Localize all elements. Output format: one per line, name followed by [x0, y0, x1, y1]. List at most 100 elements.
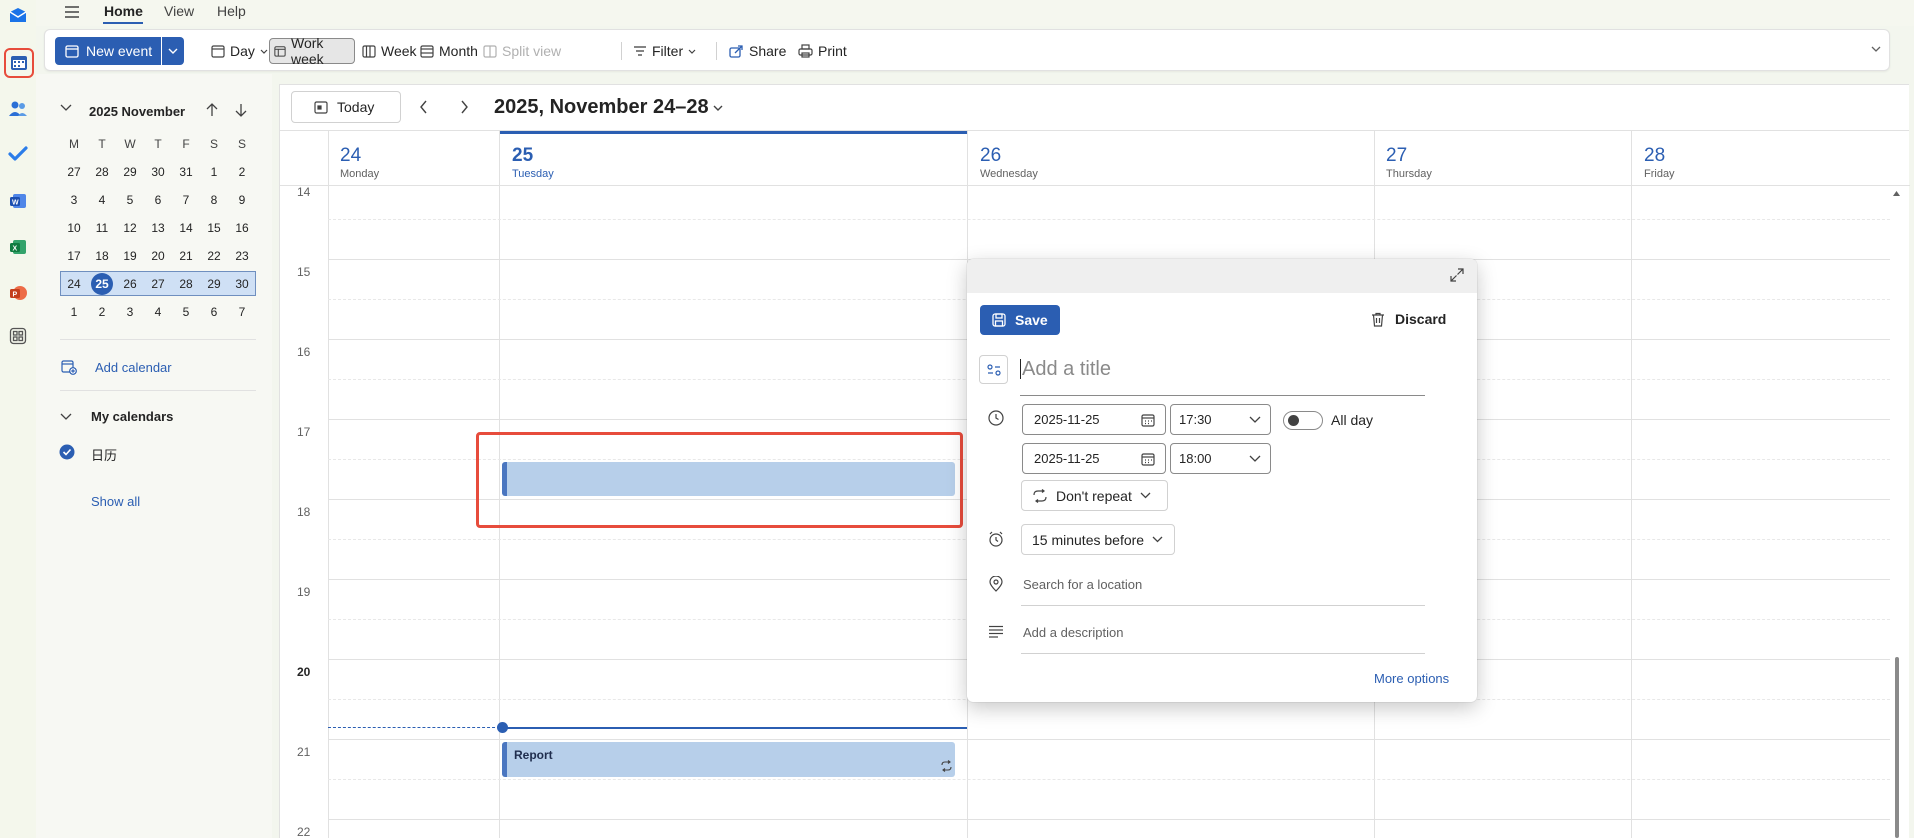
mini-calendar-day[interactable]: 10	[63, 217, 85, 239]
month-view-button[interactable]: Month	[416, 38, 482, 64]
mini-calendar-day[interactable]: 7	[175, 189, 197, 211]
mini-calendar-day[interactable]: 15	[203, 217, 225, 239]
previous-week-chevron-icon[interactable]	[419, 100, 428, 114]
split-view-button[interactable]: Split view	[479, 38, 565, 64]
mini-calendar-day[interactable]: 16	[231, 217, 253, 239]
mini-calendar-day[interactable]: 2	[231, 161, 253, 183]
scroll-up-icon[interactable]	[1893, 191, 1900, 196]
mini-calendar-day[interactable]: 2	[91, 301, 113, 323]
mini-calendar-day[interactable]: 14	[175, 217, 197, 239]
mini-calendar-day[interactable]: 6	[147, 189, 169, 211]
new-event-dropdown[interactable]	[162, 37, 184, 65]
add-calendar-link[interactable]: Add calendar	[95, 360, 172, 375]
description-input[interactable]: Add a description	[1023, 625, 1123, 640]
mini-calendar-day[interactable]: 27	[63, 161, 85, 183]
calendar-app-icon[interactable]	[4, 48, 34, 78]
tab-help[interactable]: Help	[217, 3, 246, 19]
mini-calendar-day[interactable]: 30	[147, 161, 169, 183]
mini-calendar-collapse-icon[interactable]	[60, 104, 72, 112]
event-report[interactable]: Report	[502, 742, 955, 777]
show-all-link[interactable]: Show all	[91, 494, 140, 509]
hamburger-menu-icon[interactable]	[64, 5, 80, 19]
mini-calendar-day[interactable]: 25	[91, 273, 113, 295]
powerpoint-icon[interactable]: P	[6, 281, 30, 305]
day-header-thursday[interactable]: 27 Thursday	[1386, 145, 1432, 180]
calendar-item-label[interactable]: 日历	[91, 445, 117, 464]
tab-home[interactable]: Home	[104, 3, 143, 19]
word-icon[interactable]: W	[6, 189, 30, 213]
vertical-scrollbar-thumb[interactable]	[1895, 657, 1899, 838]
todo-icon[interactable]	[6, 142, 30, 166]
day-header-friday[interactable]: 28 Friday	[1644, 145, 1675, 180]
previous-month-arrow-icon[interactable]	[206, 103, 218, 117]
mini-calendar-day[interactable]: 26	[119, 273, 141, 295]
end-time-field[interactable]: 18:00	[1170, 443, 1271, 474]
share-button[interactable]: Share	[725, 38, 790, 64]
repeat-dropdown[interactable]: Don't repeat	[1021, 480, 1168, 511]
work-week-view-button[interactable]: Work week	[269, 35, 355, 67]
mini-calendar-day[interactable]: 11	[91, 217, 113, 239]
my-calendars-heading[interactable]: My calendars	[91, 409, 173, 424]
mini-calendar-day[interactable]: 4	[147, 301, 169, 323]
mini-calendar-day[interactable]: 21	[175, 245, 197, 267]
next-week-chevron-icon[interactable]	[460, 100, 469, 114]
mini-calendar-day[interactable]: 18	[91, 245, 113, 267]
title-input[interactable]: Add a title	[1022, 358, 1111, 381]
outlook-mail-icon[interactable]	[6, 4, 30, 28]
mini-calendar-day[interactable]: 22	[203, 245, 225, 267]
mini-calendar-day[interactable]: 7	[231, 301, 253, 323]
mini-calendar-day[interactable]: 31	[175, 161, 197, 183]
day-header-tuesday[interactable]: 25 Tuesday	[512, 145, 554, 180]
reminder-dropdown[interactable]: 15 minutes before	[1021, 524, 1175, 555]
day-header-wednesday[interactable]: 26 Wednesday	[980, 145, 1038, 180]
mini-calendar-title[interactable]: 2025 November	[89, 104, 185, 119]
mini-calendar-day[interactable]: 27	[147, 273, 169, 295]
more-apps-icon[interactable]	[6, 324, 30, 348]
mini-calendar-day[interactable]: 12	[119, 217, 141, 239]
save-button[interactable]: Save	[980, 305, 1060, 335]
mini-calendar-day[interactable]: 28	[175, 273, 197, 295]
mini-calendar-day[interactable]: 1	[203, 161, 225, 183]
mini-calendar-day[interactable]: 24	[63, 273, 85, 295]
expand-icon[interactable]	[1450, 268, 1464, 282]
mini-calendar-day[interactable]: 29	[119, 161, 141, 183]
start-time-field[interactable]: 17:30	[1170, 404, 1271, 435]
today-button[interactable]: Today	[291, 91, 401, 123]
mini-calendar-day[interactable]: 30	[231, 273, 253, 295]
mini-calendar-day[interactable]: 5	[175, 301, 197, 323]
mini-calendar-day[interactable]: 3	[63, 189, 85, 211]
mini-calendar-day[interactable]: 5	[119, 189, 141, 211]
filter-button[interactable]: Filter	[629, 38, 700, 64]
start-date-field[interactable]: 2025-11-25	[1022, 404, 1166, 435]
add-calendar-icon[interactable]	[61, 359, 77, 375]
calendar-checkbox-icon[interactable]	[59, 444, 75, 460]
popup-drag-bar[interactable]	[967, 259, 1477, 293]
more-options-link[interactable]: More options	[1374, 671, 1449, 686]
print-button[interactable]: Print	[794, 38, 851, 64]
week-view-button[interactable]: Week	[358, 38, 421, 64]
mini-calendar-day[interactable]: 6	[203, 301, 225, 323]
next-month-arrow-icon[interactable]	[235, 103, 247, 117]
excel-icon[interactable]: X	[6, 235, 30, 259]
people-icon[interactable]	[6, 97, 30, 121]
mini-calendar-day[interactable]: 13	[147, 217, 169, 239]
mini-calendar-day[interactable]: 23	[231, 245, 253, 267]
mini-calendar-day[interactable]: 8	[203, 189, 225, 211]
mini-calendar-day[interactable]: 17	[63, 245, 85, 267]
day-header-monday[interactable]: 24 Monday	[340, 145, 379, 180]
new-event-button[interactable]: New event	[55, 37, 161, 65]
collapse-ribbon-icon[interactable]	[1871, 46, 1881, 52]
date-range-chevron-down-icon[interactable]	[713, 105, 723, 112]
mini-calendar-day[interactable]: 4	[91, 189, 113, 211]
location-input[interactable]: Search for a location	[1023, 577, 1142, 592]
mini-calendar-day[interactable]: 9	[231, 189, 253, 211]
mini-calendar-day[interactable]: 3	[119, 301, 141, 323]
mini-calendar-day[interactable]: 19	[119, 245, 141, 267]
all-day-toggle[interactable]	[1283, 411, 1323, 430]
mini-calendar-day[interactable]: 28	[91, 161, 113, 183]
discard-button[interactable]: Discard	[1371, 311, 1446, 327]
my-calendars-collapse-icon[interactable]	[60, 413, 72, 421]
mini-calendar-day[interactable]: 29	[203, 273, 225, 295]
end-date-field[interactable]: 2025-11-25	[1022, 443, 1166, 474]
mini-calendar-day[interactable]: 20	[147, 245, 169, 267]
